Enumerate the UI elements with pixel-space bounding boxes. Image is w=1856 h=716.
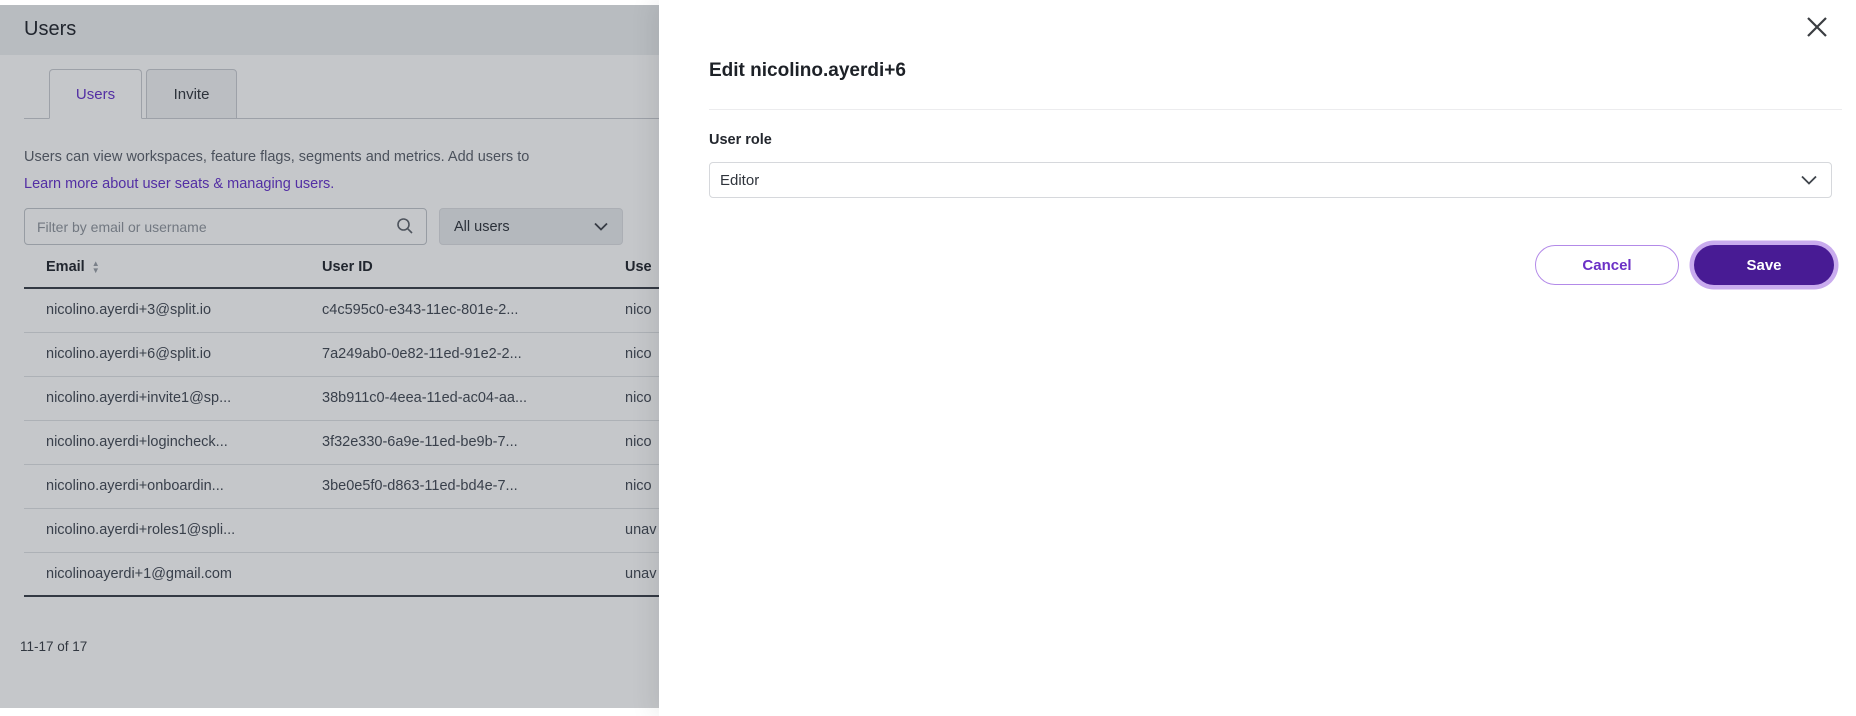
- users-page: Users Users Invite Users can view worksp…: [0, 5, 659, 708]
- edit-user-modal: Edit nicolino.ayerdi+6 User role Editor …: [659, 0, 1856, 716]
- user-role-select[interactable]: Editor: [709, 162, 1832, 198]
- user-role-label: User role: [709, 132, 772, 148]
- close-icon[interactable]: [1804, 14, 1830, 40]
- chevron-down-icon: [1801, 172, 1817, 189]
- modal-dim-overlay: [0, 5, 659, 708]
- modal-actions: Cancel Save: [1535, 245, 1834, 285]
- save-button[interactable]: Save: [1694, 245, 1834, 285]
- user-role-value: Editor: [720, 172, 759, 189]
- modal-divider: [709, 109, 1842, 110]
- modal-title: Edit nicolino.ayerdi+6: [709, 60, 906, 82]
- cancel-button[interactable]: Cancel: [1535, 245, 1679, 285]
